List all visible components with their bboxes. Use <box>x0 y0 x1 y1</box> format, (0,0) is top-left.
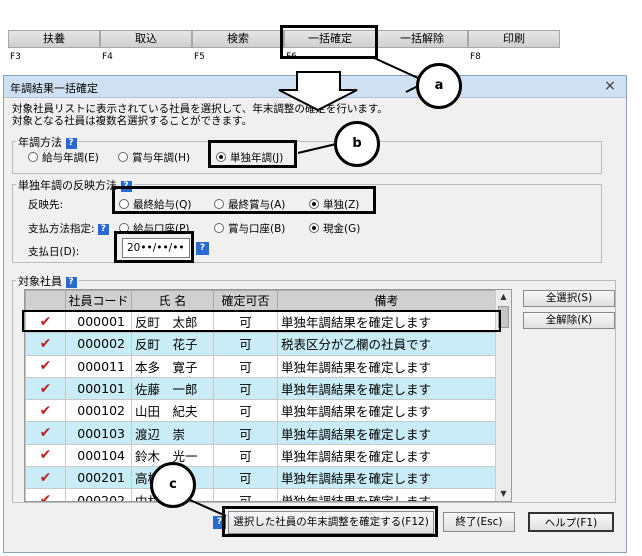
callout-b-badge: b <box>334 121 380 167</box>
callout-line-c <box>189 499 227 517</box>
callout-a-badge: a <box>416 63 462 109</box>
callout-line-b <box>297 143 337 154</box>
callout-c-badge: c <box>150 462 196 508</box>
callout-line-a1 <box>371 56 419 79</box>
annotation-overlay <box>189 56 419 517</box>
down-arrow-icon <box>278 71 358 112</box>
